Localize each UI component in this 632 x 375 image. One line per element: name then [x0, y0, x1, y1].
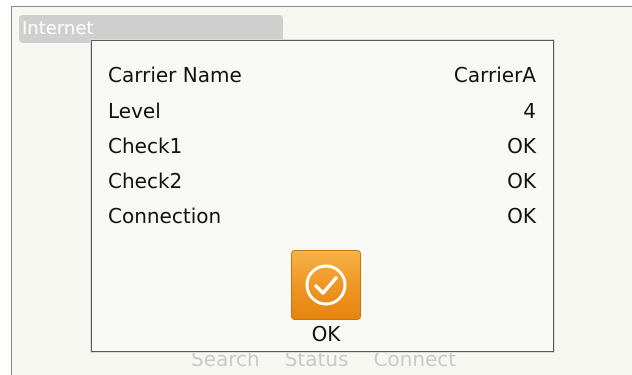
ok-label: OK — [311, 322, 341, 346]
check1-value: OK — [507, 134, 536, 158]
level-value: 4 — [523, 99, 536, 123]
check1-row: Check1 OK — [108, 129, 536, 163]
level-label: Level — [108, 99, 161, 123]
ok-button[interactable]: OK — [290, 250, 362, 346]
carrier-name-row: Carrier Name CarrierA — [108, 58, 536, 92]
carrier-name-value: CarrierA — [453, 63, 536, 87]
level-row: Level 4 — [108, 94, 536, 128]
connection-label: Connection — [108, 204, 222, 228]
carrier-name-label: Carrier Name — [108, 63, 242, 87]
check2-row: Check2 OK — [108, 164, 536, 198]
check1-label: Check1 — [108, 134, 183, 158]
device-screen: Internet Search Status Connect Carrier N… — [11, 6, 632, 375]
carrier-status-dialog: Carrier Name CarrierA Level 4 Check1 OK … — [91, 40, 554, 352]
internet-tab[interactable]: Internet — [19, 15, 283, 43]
connection-value: OK — [507, 204, 536, 228]
connection-row: Connection OK — [108, 199, 536, 233]
checkmark-circle-icon[interactable] — [291, 250, 361, 320]
check2-label: Check2 — [108, 169, 183, 193]
check2-value: OK — [507, 169, 536, 193]
